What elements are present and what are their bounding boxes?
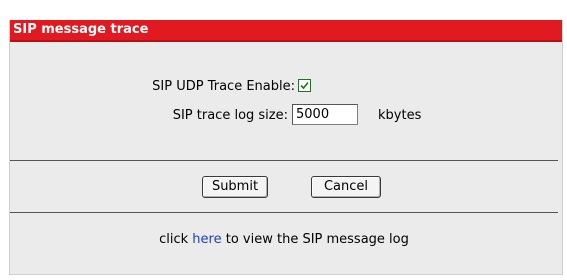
panel-title: SIP message trace	[10, 20, 562, 42]
cancel-button[interactable]: Cancel	[311, 176, 381, 198]
footer-prefix: click	[159, 232, 193, 247]
sip-trace-panel: SIP message trace SIP UDP Trace Enable: …	[9, 20, 563, 275]
footer-message: click here to view the SIP message log	[10, 232, 558, 247]
log-size-label: SIP trace log size:	[172, 108, 288, 123]
udp-trace-checkbox[interactable]	[298, 79, 311, 92]
checkmark-icon	[300, 81, 309, 90]
log-size-input[interactable]: 5000	[292, 104, 358, 125]
view-log-link[interactable]: here	[192, 232, 221, 247]
log-size-unit: kbytes	[378, 108, 422, 123]
divider-bottom	[10, 212, 558, 213]
footer-suffix: to view the SIP message log	[221, 232, 409, 247]
submit-button[interactable]: Submit	[202, 176, 268, 198]
divider-top	[10, 160, 558, 161]
udp-trace-label: SIP UDP Trace Enable:	[152, 79, 295, 94]
